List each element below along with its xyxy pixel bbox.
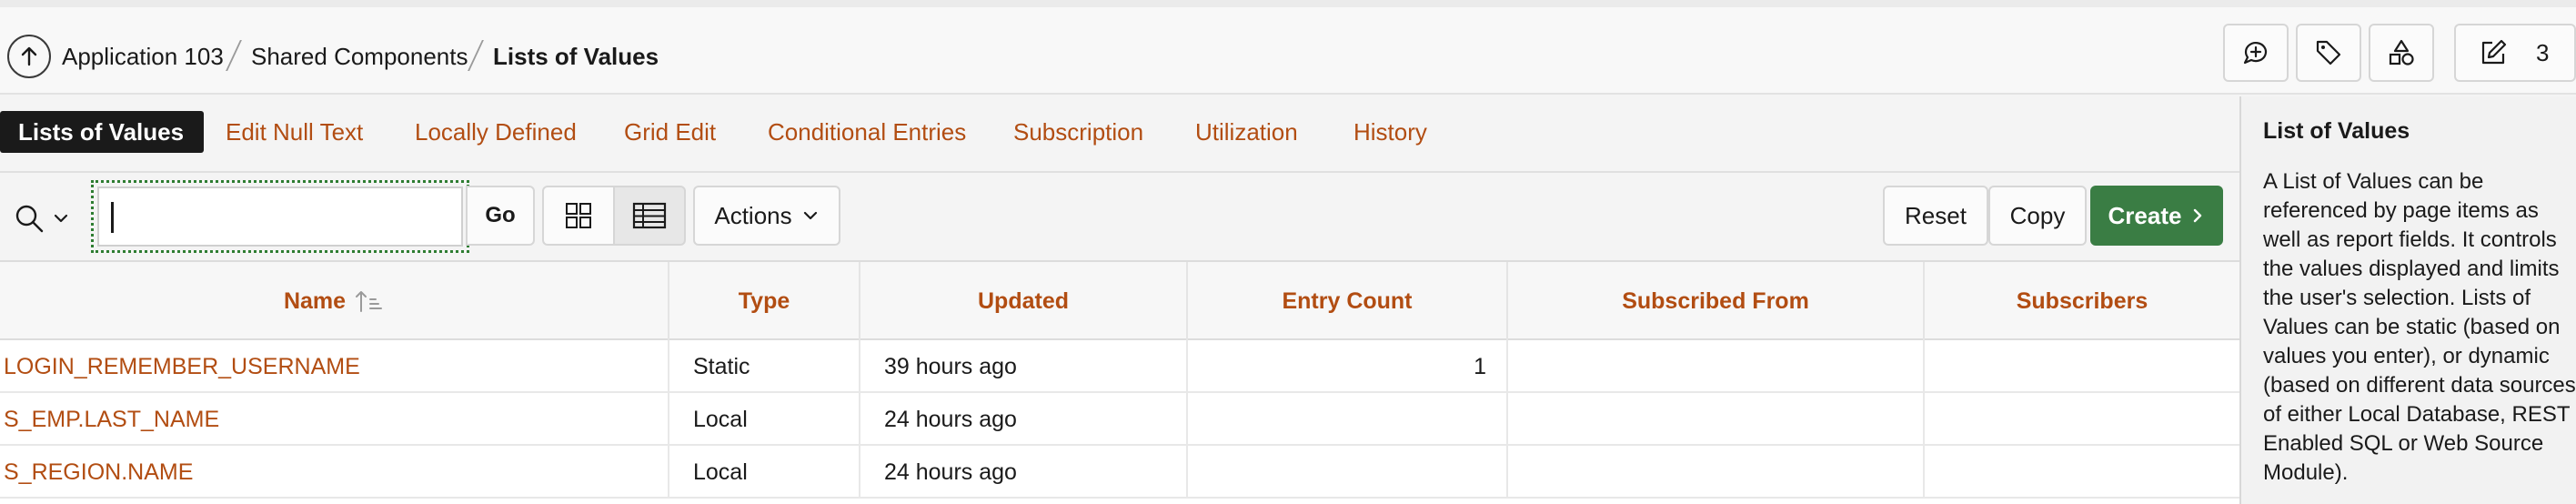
tab-conditional-entries[interactable]: Conditional Entries <box>768 111 966 153</box>
column-header-subscribers[interactable]: Subscribers <box>1925 262 2239 340</box>
lov-entry-count <box>1188 446 1508 499</box>
search-input[interactable] <box>97 186 463 247</box>
breadcrumb-shared-components[interactable]: Shared Components <box>251 40 468 73</box>
table-row: LOGIN_REMEMBER_USERNAME Static 39 hours … <box>0 340 2239 393</box>
lov-name-link[interactable]: S_REGION.NAME <box>0 446 669 499</box>
icon-view-button[interactable] <box>542 186 615 246</box>
page-header: Application 103 Shared Components Lists … <box>0 7 2576 95</box>
lov-updated: 24 hours ago <box>860 446 1188 499</box>
tab-locally-defined[interactable]: Locally Defined <box>415 111 577 153</box>
column-header-name[interactable]: Name <box>0 262 669 340</box>
breadcrumb-application[interactable]: Application 103 <box>62 40 224 73</box>
shapes-icon <box>2389 39 2414 66</box>
edit-button[interactable]: 3 <box>2454 24 2576 82</box>
actions-menu-button[interactable]: Actions <box>693 186 840 246</box>
text-caret <box>111 202 114 233</box>
table-header: Name Type Updated Entry Count Subscribed… <box>0 262 2239 340</box>
lov-name-link[interactable]: S_EMP.LAST_NAME <box>0 393 669 446</box>
lov-subscribed-from <box>1508 446 1925 499</box>
comment-add-icon <box>2243 42 2268 65</box>
report-view-button[interactable] <box>613 186 686 246</box>
search-column-menu[interactable] <box>13 198 76 238</box>
tab-history[interactable]: History <box>1353 111 1427 153</box>
table-row: S_EMP.LAST_NAME Local 24 hours ago <box>0 393 2239 446</box>
create-button[interactable]: Create <box>2090 186 2223 246</box>
lov-subscribers <box>1925 446 2239 499</box>
column-header-type[interactable]: Type <box>669 262 860 340</box>
breadcrumb-separator <box>468 40 484 71</box>
table-view-icon <box>632 202 667 229</box>
lov-subscribers <box>1925 393 2239 446</box>
grid-view-icon <box>566 203 591 228</box>
top-strip <box>0 0 2576 7</box>
add-comment-button[interactable] <box>2223 24 2289 82</box>
breadcrumb-separator <box>226 40 242 71</box>
copy-button[interactable]: Copy <box>1988 186 2087 246</box>
column-header-updated[interactable]: Updated <box>860 262 1188 340</box>
chevron-down-icon <box>803 211 817 220</box>
lov-subscribed-from <box>1508 340 1925 393</box>
lov-name-link[interactable]: LOGIN_REMEMBER_USERNAME <box>0 340 669 393</box>
tab-utilization[interactable]: Utilization <box>1195 111 1298 153</box>
table-row: S_REGION.NAME Local 24 hours ago <box>0 446 2239 499</box>
tab-grid-edit[interactable]: Grid Edit <box>624 111 716 153</box>
edit-icon <box>2481 39 2507 65</box>
lov-subscribers <box>1925 340 2239 393</box>
tab-lists-of-values[interactable]: Lists of Values <box>0 111 205 153</box>
column-header-subscribed-from[interactable]: Subscribed From <box>1508 262 1925 340</box>
shared-components-button[interactable] <box>2369 24 2434 82</box>
actions-label: Actions <box>714 201 792 229</box>
search-icon <box>15 205 44 233</box>
column-header-entry-count[interactable]: Entry Count <box>1188 262 1508 340</box>
lov-type: Local <box>669 446 860 499</box>
go-button[interactable]: Go <box>466 186 535 246</box>
create-label: Create <box>2108 201 2182 229</box>
up-button[interactable] <box>7 35 51 78</box>
lov-updated: 39 hours ago <box>860 340 1188 393</box>
app-root: Application 103 Shared Components Lists … <box>0 0 2576 504</box>
report-toolbar: Go Actions Reset Copy Create <box>0 171 2239 260</box>
tab-subscription[interactable]: Subscription <box>1013 111 1143 153</box>
breadcrumb-current: Lists of Values <box>493 43 659 70</box>
tab-edit-null-text[interactable]: Edit Null Text <box>226 111 363 153</box>
reset-button[interactable]: Reset <box>1883 186 1988 246</box>
sort-ascending-icon <box>356 291 383 312</box>
lov-entry-count: 1 <box>1188 340 1508 393</box>
lov-type: Static <box>669 340 860 393</box>
edit-count: 3 <box>2536 38 2550 66</box>
lov-updated: 24 hours ago <box>860 393 1188 446</box>
up-arrow-icon <box>21 46 37 66</box>
lov-report-table: Name Type Updated Entry Count Subscribed… <box>0 260 2239 504</box>
chevron-right-icon <box>2194 208 2202 223</box>
tag-button[interactable] <box>2296 24 2361 82</box>
help-panel-title: List of Values <box>2263 118 2410 144</box>
lov-entry-count <box>1188 393 1508 446</box>
chevron-down-icon <box>54 214 68 223</box>
tag-icon <box>2316 40 2341 66</box>
help-panel: List of Values A List of Values can be r… <box>2239 96 2576 504</box>
lov-type: Local <box>669 393 860 446</box>
help-panel-text: A List of Values can be referenced by pa… <box>2263 169 2576 485</box>
search-focus-ring <box>91 180 469 253</box>
lov-subscribed-from <box>1508 393 1925 446</box>
tab-bar: Lists of Values Edit Null Text Locally D… <box>0 96 2239 167</box>
